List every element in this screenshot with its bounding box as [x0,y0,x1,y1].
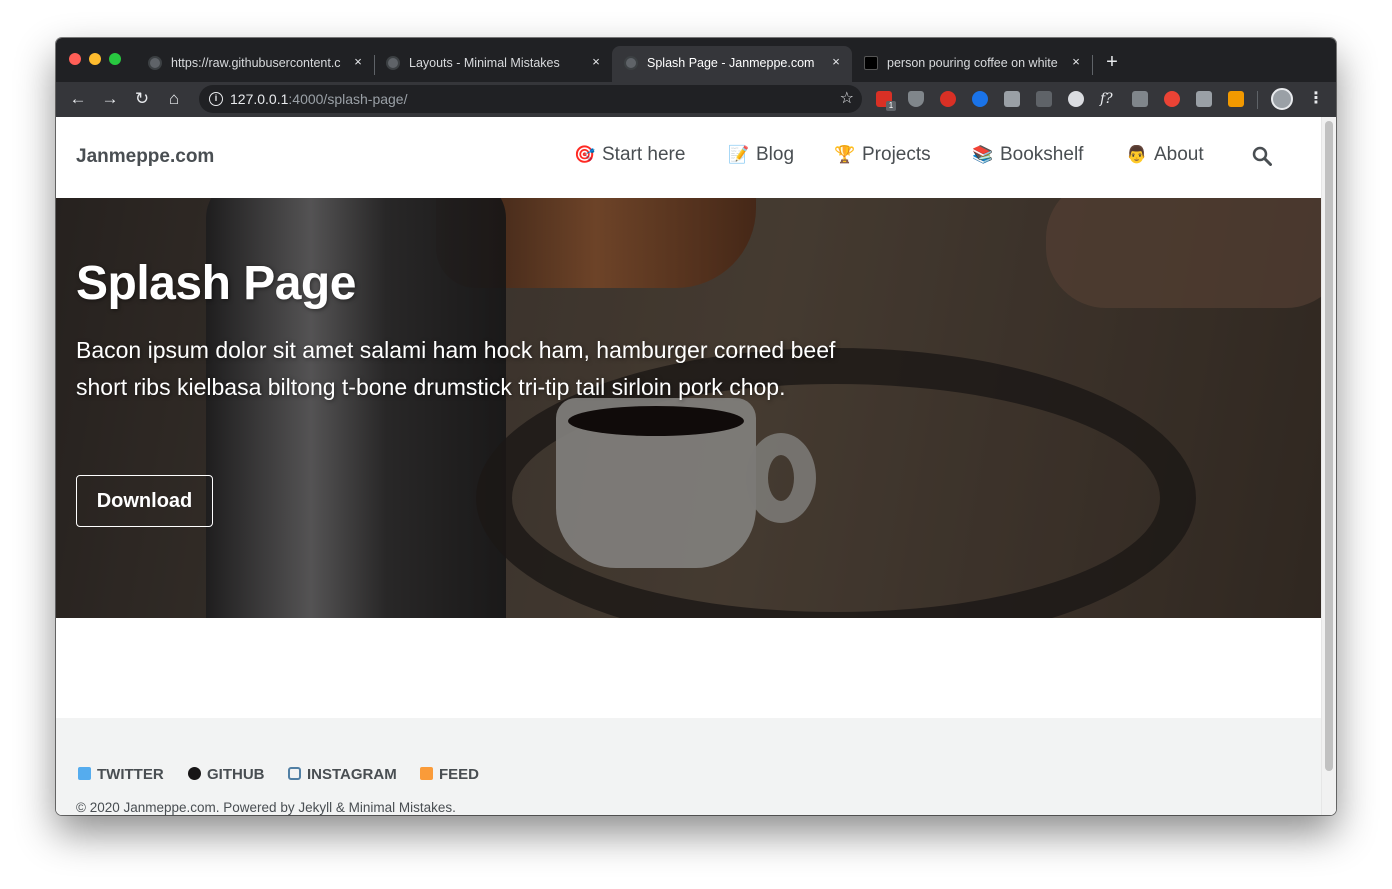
tab-title: Layouts - Minimal Mistakes [409,56,560,70]
memo-icon: 📝 [728,145,750,164]
footer-link-label: FEED [439,766,480,783]
tab-coffee-photo[interactable]: person pouring coffee on white × [852,46,1093,82]
instagram-icon [288,767,301,780]
puzzle-extension-icon[interactable] [1036,91,1052,107]
tab-divider [1092,55,1093,75]
nav-label: About [1154,144,1204,165]
browser-toolbar: ← → ↻ ⌂ i 127.0.0.1:4000/splash-page/ ☆ … [56,82,1336,117]
footer-link-instagram[interactable]: INSTAGRAM [288,766,397,783]
nav-bookshelf[interactable]: 📚 Bookshelf [972,144,1083,166]
footer-link-label: GITHUB [207,766,265,783]
nav-projects[interactable]: 🏆 Projects [834,144,931,166]
url-host: 127.0.0.1 [230,91,289,107]
close-icon[interactable]: × [588,54,604,70]
dart-icon: 🎯 [574,145,596,164]
nav-label: Start here [602,144,686,165]
nav-start-here[interactable]: 🎯 Start here [574,144,685,166]
page-viewport: Janmeppe.com 🎯 Start here 📝 Blog 🏆 Projects… [56,117,1336,815]
close-icon[interactable]: × [828,54,844,70]
footer-link-twitter[interactable]: TWITTER [78,766,164,783]
screenshot-extension-icon[interactable] [1228,91,1244,107]
download-button[interactable]: Download [76,475,213,527]
books-icon: 📚 [972,145,994,164]
nav-label: Projects [862,144,931,165]
play-extension-icon[interactable] [1004,91,1020,107]
page-footer: TWITTER GITHUB INSTAGRAM FEED © 2020 Jan… [56,718,1321,815]
bookmark-star-icon[interactable]: ☆ [840,88,854,108]
nav-blog[interactable]: 📝 Blog [728,144,794,166]
new-tab-button[interactable]: + [1102,52,1122,72]
tab-layouts[interactable]: Layouts - Minimal Mistakes × [374,46,612,82]
page-title: Splash Page [76,257,356,310]
copyright-text: © 2020 Janmeppe.com. Powered by Jekyll &… [76,800,456,815]
toolbar-divider [1257,91,1258,109]
nav-about[interactable]: 👨 About [1126,144,1204,166]
youtube-extension-icon[interactable] [1164,91,1180,107]
ublock-extension-icon[interactable] [908,91,924,107]
footer-link-feed[interactable]: FEED [420,766,479,783]
browser-menu-button[interactable]: ⋮ [1308,88,1324,110]
close-window-button[interactable] [69,53,81,65]
circle-extension-icon[interactable] [1068,91,1084,107]
search-icon[interactable] [1252,146,1272,166]
close-icon[interactable]: × [350,54,366,70]
url-path: :4000/splash-page/ [288,91,408,107]
profile-avatar[interactable] [1271,88,1293,110]
reload-button[interactable]: ↻ [131,88,153,110]
tab-raw-github[interactable]: https://raw.githubusercontent.c × [136,46,375,82]
hero-section: Splash Page Bacon ipsum dolor sit amet s… [56,198,1321,618]
close-icon[interactable]: × [1068,54,1084,70]
scrollbar-thumb[interactable] [1325,121,1333,771]
github-icon [188,767,201,780]
url-text[interactable]: 127.0.0.1:4000/splash-page/ [230,91,407,107]
font-extension-icon[interactable]: f? [1100,91,1116,107]
home-button[interactable]: ⌂ [163,88,185,110]
unsplash-icon [864,56,878,70]
rss-icon [420,767,433,780]
tab-splash-page[interactable]: Splash Page - Janmeppe.com × [612,46,852,82]
footer-link-label: TWITTER [97,766,164,783]
tab-strip: https://raw.githubusercontent.c × Layout… [56,38,1336,82]
tab-title: https://raw.githubusercontent.c [171,56,341,70]
maximize-window-button[interactable] [109,53,121,65]
nav-label: Blog [756,144,795,165]
footer-link-github[interactable]: GITHUB [188,766,265,783]
adblock-extension-icon[interactable] [940,91,956,107]
address-bar[interactable]: i 127.0.0.1:4000/splash-page/ ☆ [199,85,862,113]
tab-title: Splash Page - Janmeppe.com [647,56,815,70]
globe-icon [148,56,162,70]
page-scrollbar[interactable] [1321,117,1336,815]
globe-icon [624,56,638,70]
nav-label: Bookshelf [1000,144,1084,165]
page-excerpt: Bacon ipsum dolor sit amet salami ham ho… [76,337,836,400]
camera-extension-icon[interactable] [1196,91,1212,107]
man-icon: 👨 [1126,145,1148,164]
extension-badge: 1 [886,101,896,111]
info-icon[interactable]: i [209,92,223,106]
forward-button[interactable]: → [99,88,121,110]
back-button[interactable]: ← [67,88,89,110]
css-extension-icon[interactable] [1132,91,1148,107]
tab-title: person pouring coffee on white [887,56,1058,70]
minimize-window-button[interactable] [89,53,101,65]
site-title[interactable]: Janmeppe.com [76,146,214,168]
masthead: Janmeppe.com 🎯 Start here 📝 Blog 🏆 Projects… [56,117,1321,198]
footer-link-label: INSTAGRAM [307,766,397,783]
globe-icon [386,56,400,70]
trophy-icon: 🏆 [834,145,856,164]
museum-extension-icon[interactable] [972,91,988,107]
browser-window: https://raw.githubusercontent.c × Layout… [56,38,1336,815]
twitter-icon [78,767,91,780]
